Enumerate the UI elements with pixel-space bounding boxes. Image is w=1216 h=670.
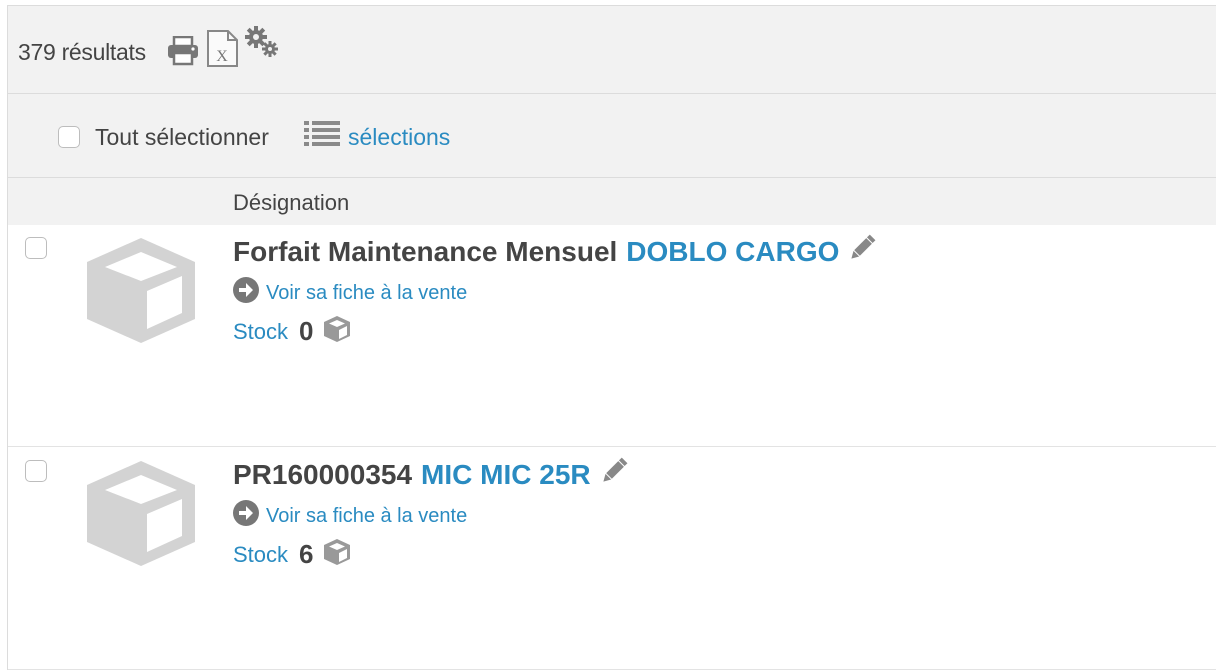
product-name: PR160000354 xyxy=(233,458,413,490)
box-icon xyxy=(322,538,352,571)
product-row: PR160000354 MIC MIC 25R Voir sa fiche à … xyxy=(8,448,1216,670)
product-model-link[interactable]: DOBLO CARGO xyxy=(626,236,839,268)
sale-sheet-link[interactable]: Voir sa fiche à la vente xyxy=(233,277,467,309)
selections-link[interactable]: sélections xyxy=(348,124,450,151)
stock-label[interactable]: Stock xyxy=(233,319,288,345)
sale-sheet-link-label[interactable]: Voir sa fiche à la vente xyxy=(266,282,467,305)
list-icon[interactable] xyxy=(304,120,340,153)
results-panel: 379 résultats X Tout sélectionner sélect… xyxy=(7,5,1216,670)
selection-bar: Tout sélectionner sélections xyxy=(8,94,1216,178)
select-all-label[interactable]: Tout sélectionner xyxy=(95,124,269,151)
sale-sheet-link[interactable]: Voir sa fiche à la vente xyxy=(233,500,467,532)
svg-text:X: X xyxy=(216,48,228,65)
stock-label[interactable]: Stock xyxy=(233,542,288,568)
gears-icon[interactable] xyxy=(245,26,279,63)
box-icon xyxy=(322,315,352,348)
arrow-circle-right-icon xyxy=(233,277,259,309)
product-model-link[interactable]: MIC MIC 25R xyxy=(421,459,591,491)
column-header-designation[interactable]: Désignation xyxy=(233,190,349,216)
column-header: Désignation xyxy=(8,178,1216,225)
stock-info: Stock 0 xyxy=(233,315,352,348)
product-placeholder-icon[interactable] xyxy=(83,458,199,575)
excel-export-icon[interactable]: X xyxy=(206,30,240,73)
row-checkbox[interactable] xyxy=(25,237,47,259)
arrow-circle-right-icon xyxy=(233,500,259,532)
print-icon[interactable] xyxy=(166,35,200,71)
pencil-icon[interactable] xyxy=(847,233,877,270)
pencil-icon[interactable] xyxy=(599,456,629,493)
product-placeholder-icon[interactable] xyxy=(83,235,199,352)
product-name: Forfait Maintenance Mensuel xyxy=(233,235,618,267)
sale-sheet-link-label[interactable]: Voir sa fiche à la vente xyxy=(266,505,467,528)
select-all-checkbox[interactable] xyxy=(58,126,80,148)
product-title: PR160000354 MIC MIC 25R xyxy=(233,456,629,493)
stock-value: 0 xyxy=(299,316,314,346)
stock-value: 6 xyxy=(299,539,314,569)
product-row: Forfait Maintenance Mensuel DOBLO CARGO xyxy=(8,225,1216,447)
stock-info: Stock 6 xyxy=(233,538,352,571)
product-title: Forfait Maintenance Mensuel DOBLO CARGO xyxy=(233,233,877,270)
results-count: 379 résultats xyxy=(18,39,146,65)
row-checkbox[interactable] xyxy=(25,460,47,482)
results-toolbar: 379 résultats X xyxy=(8,6,1216,94)
